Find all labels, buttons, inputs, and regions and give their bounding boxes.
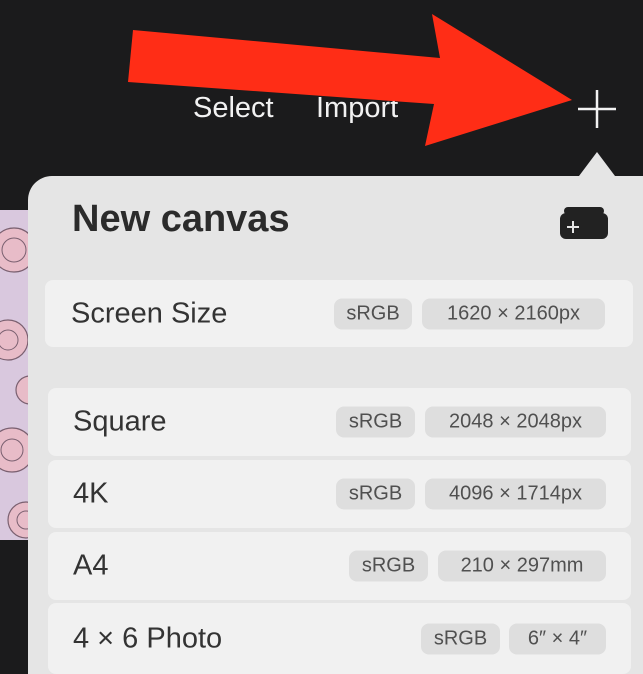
canvas-preset-square[interactable]: Square sRGB 2048 × 2048px (48, 388, 631, 456)
color-profile-badge: sRGB (421, 623, 500, 654)
preset-name: 4 × 6 Photo (73, 622, 223, 654)
import-button[interactable]: Import (316, 92, 398, 125)
canvas-preset-4k[interactable]: 4K sRGB 4096 × 1714px (48, 460, 631, 528)
preset-name: Screen Size (71, 297, 228, 329)
canvas-add-icon (560, 207, 608, 239)
popover-caret (579, 152, 615, 176)
preset-name: Square (73, 405, 167, 438)
canvas-preset-a4[interactable]: A4 sRGB 210 × 297mm (48, 532, 631, 600)
create-custom-canvas-button[interactable] (558, 206, 610, 240)
select-button[interactable]: Select (193, 92, 274, 125)
add-canvas-button[interactable] (574, 86, 620, 132)
color-profile-badge: sRGB (336, 406, 415, 438)
preset-name: A4 (73, 549, 109, 582)
color-profile-badge: sRGB (349, 550, 428, 582)
dimensions-badge: 2048 × 2048px (425, 406, 606, 438)
dimensions-badge: 4096 × 1714px (425, 478, 606, 510)
canvas-preset-screen-size[interactable]: Screen Size sRGB 1620 × 2160px (45, 280, 633, 347)
gallery-toolbar: Select Import o (0, 0, 643, 150)
plus-icon (578, 90, 616, 128)
photo-button[interactable]: o (470, 92, 486, 125)
preset-name: 4K (73, 477, 109, 510)
canvas-preset-4x6-photo[interactable]: 4 × 6 Photo sRGB 6″ × 4″ (48, 603, 631, 674)
dimensions-badge: 6″ × 4″ (509, 623, 606, 654)
dimensions-badge: 1620 × 2160px (422, 298, 605, 329)
color-profile-badge: sRGB (334, 298, 412, 329)
popover-title: New canvas (72, 198, 290, 240)
color-profile-badge: sRGB (336, 478, 415, 510)
dimensions-badge: 210 × 297mm (438, 550, 606, 582)
